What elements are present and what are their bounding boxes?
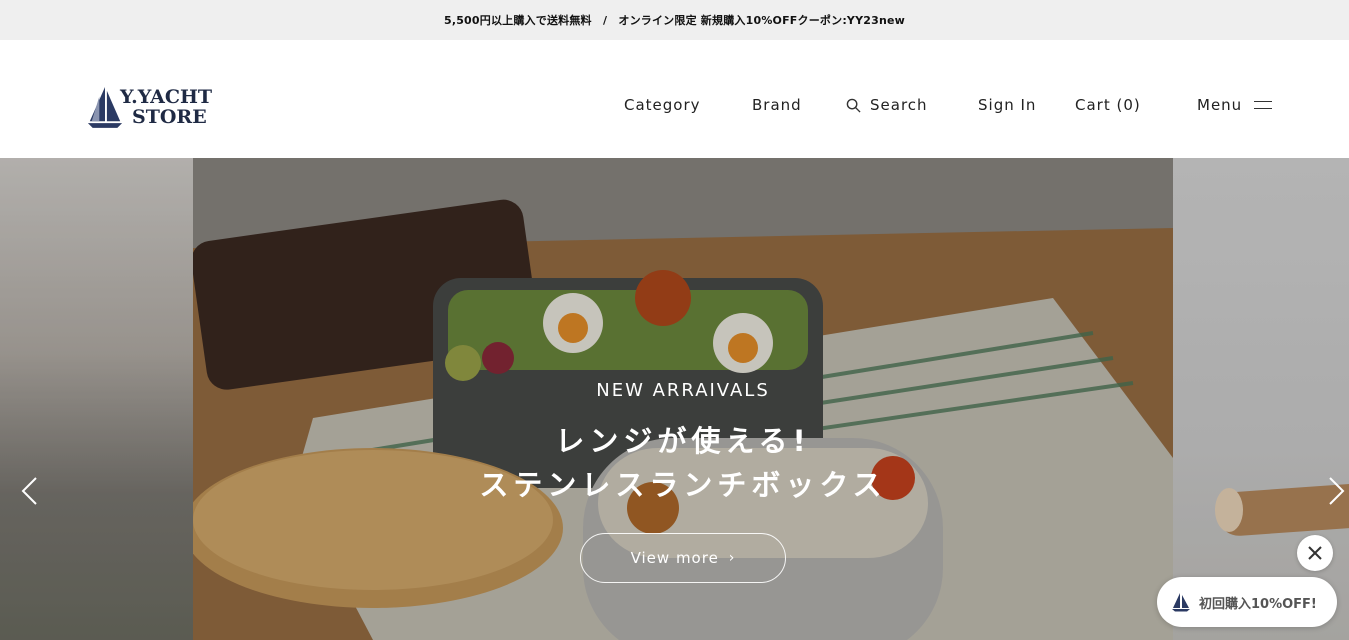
nav-category[interactable]: Category [624, 96, 701, 114]
close-icon [1308, 546, 1322, 560]
nav-brand-label: Brand [752, 96, 802, 114]
nav-search[interactable]: Search [846, 96, 928, 114]
nav-menu[interactable]: Menu [1197, 96, 1273, 114]
hamburger-icon [1254, 100, 1273, 110]
search-icon [846, 98, 861, 113]
announcement-text: 5,500円以上購入で送料無料 / オンライン限定 新規購入10%OFFクーポン… [443, 14, 906, 27]
hero-eyebrow: NEW ARRAIVALS [596, 380, 770, 401]
view-more-button[interactable]: View more › [580, 533, 786, 583]
view-more-label: View more [630, 549, 719, 567]
nav-sign-in-label: Sign In [978, 96, 1037, 114]
announcement-bar: 5,500円以上購入で送料無料 / オンライン限定 新規購入10%OFFクーポン… [0, 0, 1349, 40]
hero-title-line-1: レンジが使える! [555, 424, 811, 458]
nav-search-label: Search [870, 96, 928, 114]
chevron-left-icon[interactable] [18, 476, 42, 506]
coupon-close-button[interactable] [1297, 535, 1333, 571]
site-header: Y.YACHT STORE Category Brand Search Sign… [0, 40, 1349, 158]
nav-menu-label: Menu [1197, 96, 1243, 114]
hero-caption: NEW ARRAIVALS レンジが使える! ステンレスランチボックス [193, 380, 1173, 507]
nav-cart[interactable]: Cart (0) [1075, 96, 1141, 114]
hero-title: レンジが使える! ステンレスランチボックス [193, 419, 1173, 507]
nav-cart-label: Cart (0) [1075, 96, 1141, 114]
chevron-right-icon: › [728, 550, 736, 566]
nav-sign-in[interactable]: Sign In [978, 96, 1036, 114]
chevron-right-icon[interactable] [1324, 476, 1348, 506]
sailboat-icon [1172, 593, 1190, 612]
hero-carousel: NEW ARRAIVALS レンジが使える! ステンレスランチボックス View… [0, 158, 1349, 640]
nav-brand[interactable]: Brand [752, 96, 802, 114]
coupon-banner[interactable]: 初回購入10%OFF! [1157, 577, 1337, 627]
nav-category-label: Category [624, 96, 701, 114]
main-nav: Category Brand Search Sign In Cart (0) M… [0, 96, 1349, 116]
hero-title-line-2: ステンレスランチボックス [479, 468, 887, 502]
coupon-label: 初回購入10%OFF! [1199, 596, 1317, 612]
previous-slide-image [0, 158, 193, 640]
